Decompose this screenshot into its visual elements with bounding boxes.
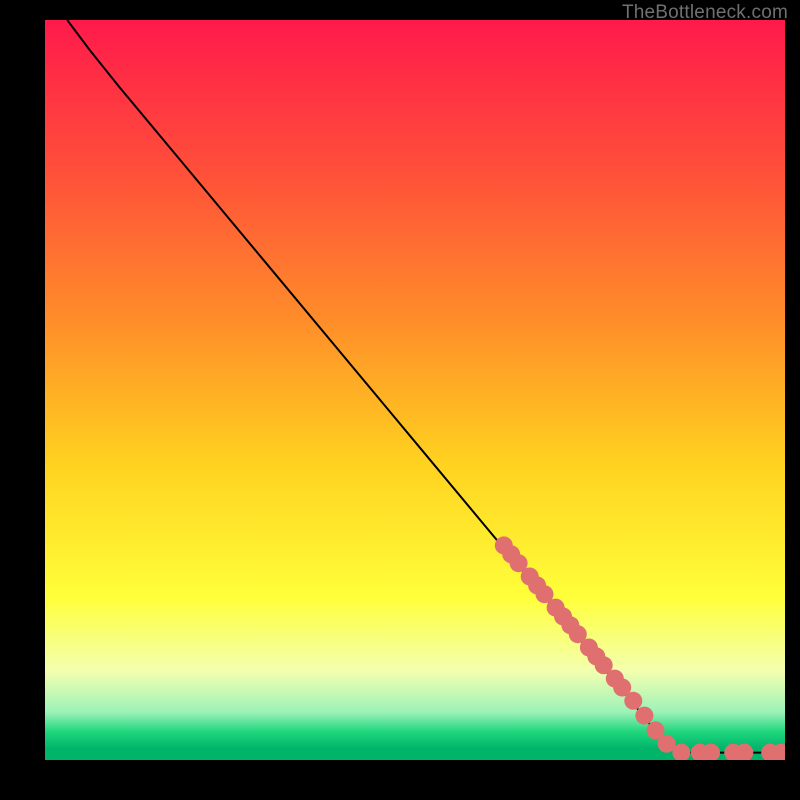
attribution-text: TheBottleneck.com xyxy=(622,2,788,24)
data-point-marker xyxy=(635,707,653,725)
chart-plot-area xyxy=(45,20,785,760)
chart-frame: TheBottleneck.com xyxy=(0,0,800,800)
data-point-marker xyxy=(624,692,642,710)
chart-svg xyxy=(45,20,785,760)
